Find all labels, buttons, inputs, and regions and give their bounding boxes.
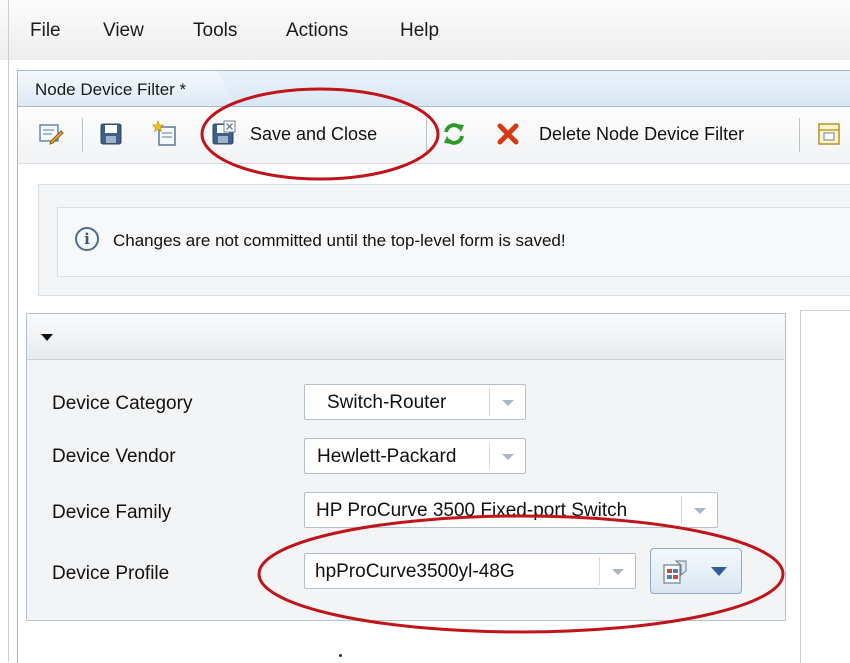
menu-view[interactable]: View (103, 20, 144, 42)
grid-icon[interactable] (816, 120, 842, 148)
toolbar-separator (426, 118, 427, 152)
device-category-value: Switch-Router (327, 392, 447, 413)
chevron-down-icon (711, 567, 727, 576)
chevron-down-icon[interactable] (489, 442, 525, 470)
toolbar-separator (799, 118, 800, 152)
device-vendor-value: Hewlett-Packard (317, 446, 457, 467)
tab-label: Node Device Filter * (35, 80, 187, 99)
panel-header[interactable] (27, 314, 784, 360)
device-family-label: Device Family (52, 502, 172, 523)
save-close-icon (212, 120, 236, 145)
device-profile-select[interactable]: hpProCurve3500yl-48G (304, 553, 636, 589)
menu-file[interactable]: File (30, 20, 61, 42)
info-message: Changes are not committed until the top-… (113, 231, 566, 250)
right-panel (800, 310, 850, 663)
delete-label: Delete Node Device Filter (539, 124, 745, 144)
profile-settings-icon (663, 560, 687, 584)
save-and-close-label: Save and Close (250, 124, 378, 144)
delete-icon (497, 123, 519, 145)
new-icon[interactable] (152, 120, 178, 148)
chevron-down-icon[interactable] (681, 496, 717, 524)
menu-actions[interactable]: Actions (286, 20, 348, 42)
device-category-label: Device Category (52, 393, 193, 414)
device-family-select[interactable]: HP ProCurve 3500 Fixed-port Switch (304, 492, 718, 528)
profile-actions-button[interactable] (650, 548, 742, 594)
device-vendor-select[interactable]: Hewlett-Packard (304, 438, 526, 474)
device-category-select[interactable]: Switch-Router (304, 384, 526, 420)
stray-dot (339, 654, 342, 657)
chevron-down-icon[interactable] (489, 388, 525, 416)
device-profile-value: hpProCurve3500yl-48G (315, 561, 515, 582)
toolbar-separator (82, 118, 83, 152)
save-icon[interactable] (98, 120, 124, 148)
chevron-down-icon[interactable] (599, 557, 635, 585)
menu-bar: File View Tools Actions Help (0, 0, 850, 60)
menu-tools[interactable]: Tools (193, 20, 237, 42)
edit-icon[interactable] (38, 120, 64, 148)
info-icon: i (75, 227, 99, 251)
device-profile-label: Device Profile (52, 563, 170, 584)
refresh-icon[interactable] (441, 120, 467, 148)
menu-help[interactable]: Help (400, 20, 439, 42)
window-edge (8, 0, 9, 662)
device-vendor-label: Device Vendor (52, 446, 176, 467)
device-family-value: HP ProCurve 3500 Fixed-port Switch (316, 500, 628, 521)
collapse-arrow-icon[interactable] (41, 334, 53, 341)
